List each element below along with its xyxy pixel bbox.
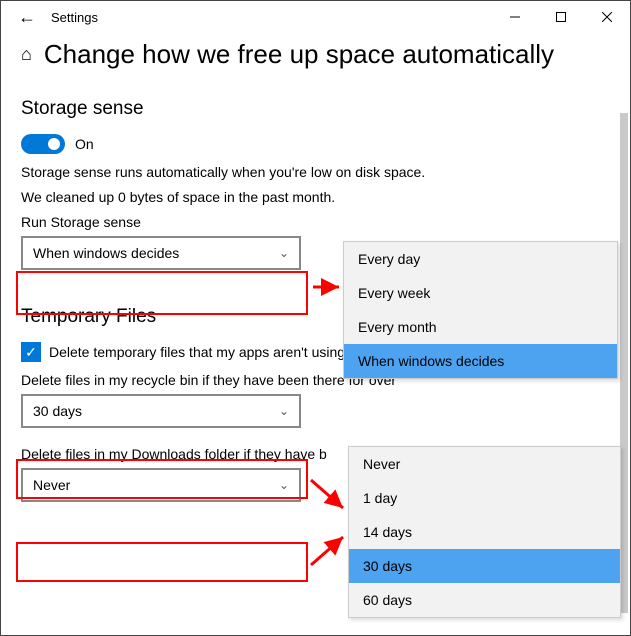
storage-sense-toggle-label: On (75, 136, 94, 152)
run-storage-sense-dropdown[interactable]: When windows decides ⌄ (21, 236, 301, 270)
run-option[interactable]: Every month (344, 310, 617, 344)
recycle-option[interactable]: Never (349, 447, 620, 481)
chevron-down-icon: ⌄ (279, 478, 289, 492)
chevron-down-icon: ⌄ (279, 404, 289, 418)
close-icon (602, 12, 612, 22)
chevron-down-icon: ⌄ (279, 246, 289, 260)
minimize-icon (510, 12, 520, 22)
storage-sense-toggle[interactable] (21, 134, 65, 154)
run-storage-sense-label: Run Storage sense (21, 214, 610, 230)
run-option[interactable]: Every day (344, 242, 617, 276)
recycle-option[interactable]: 60 days (349, 583, 620, 617)
maximize-icon (556, 12, 566, 22)
run-storage-sense-popup: Every dayEvery weekEvery monthWhen windo… (343, 241, 618, 379)
recycle-bin-dropdown[interactable]: 30 days ⌄ (21, 394, 301, 428)
downloads-dropdown[interactable]: Never ⌄ (21, 468, 301, 502)
back-button[interactable]: ← (7, 7, 47, 28)
run-storage-sense-value: When windows decides (33, 245, 179, 261)
page-header: ⌂ Change how we free up space automatica… (21, 39, 610, 70)
run-option[interactable]: When windows decides (344, 344, 617, 378)
back-arrow-icon: ← (18, 7, 36, 28)
storage-sense-toggle-row: On (21, 134, 610, 154)
recycle-option[interactable]: 14 days (349, 515, 620, 549)
delete-temp-files-label: Delete temporary files that my apps aren… (49, 344, 345, 360)
recycle-bin-value: 30 days (33, 403, 82, 419)
annotation-box (16, 542, 308, 582)
maximize-button[interactable] (538, 1, 584, 33)
settings-window: ← Settings ⌂ Change how we free up space… (0, 0, 631, 636)
window-title: Settings (47, 10, 98, 25)
recycle-option[interactable]: 30 days (349, 549, 620, 583)
home-icon[interactable]: ⌂ (21, 44, 32, 65)
minimize-button[interactable] (492, 1, 538, 33)
close-button[interactable] (584, 1, 630, 33)
vertical-scrollbar[interactable] (620, 113, 628, 613)
annotation-arrow-icon (309, 531, 351, 571)
recycle-option[interactable]: 1 day (349, 481, 620, 515)
recycle-bin-popup: Never1 day14 days30 days60 days (348, 446, 621, 618)
storage-sense-desc-2: We cleaned up 0 bytes of space in the pa… (21, 187, 610, 208)
delete-temp-files-checkbox[interactable]: ✓ (21, 342, 41, 362)
storage-sense-heading: Storage sense (21, 98, 610, 120)
storage-sense-desc-1: Storage sense runs automatically when yo… (21, 162, 610, 183)
downloads-value: Never (33, 477, 70, 493)
titlebar: ← Settings (1, 1, 630, 33)
page-title: Change how we free up space automaticall… (44, 39, 554, 70)
run-option[interactable]: Every week (344, 276, 617, 310)
